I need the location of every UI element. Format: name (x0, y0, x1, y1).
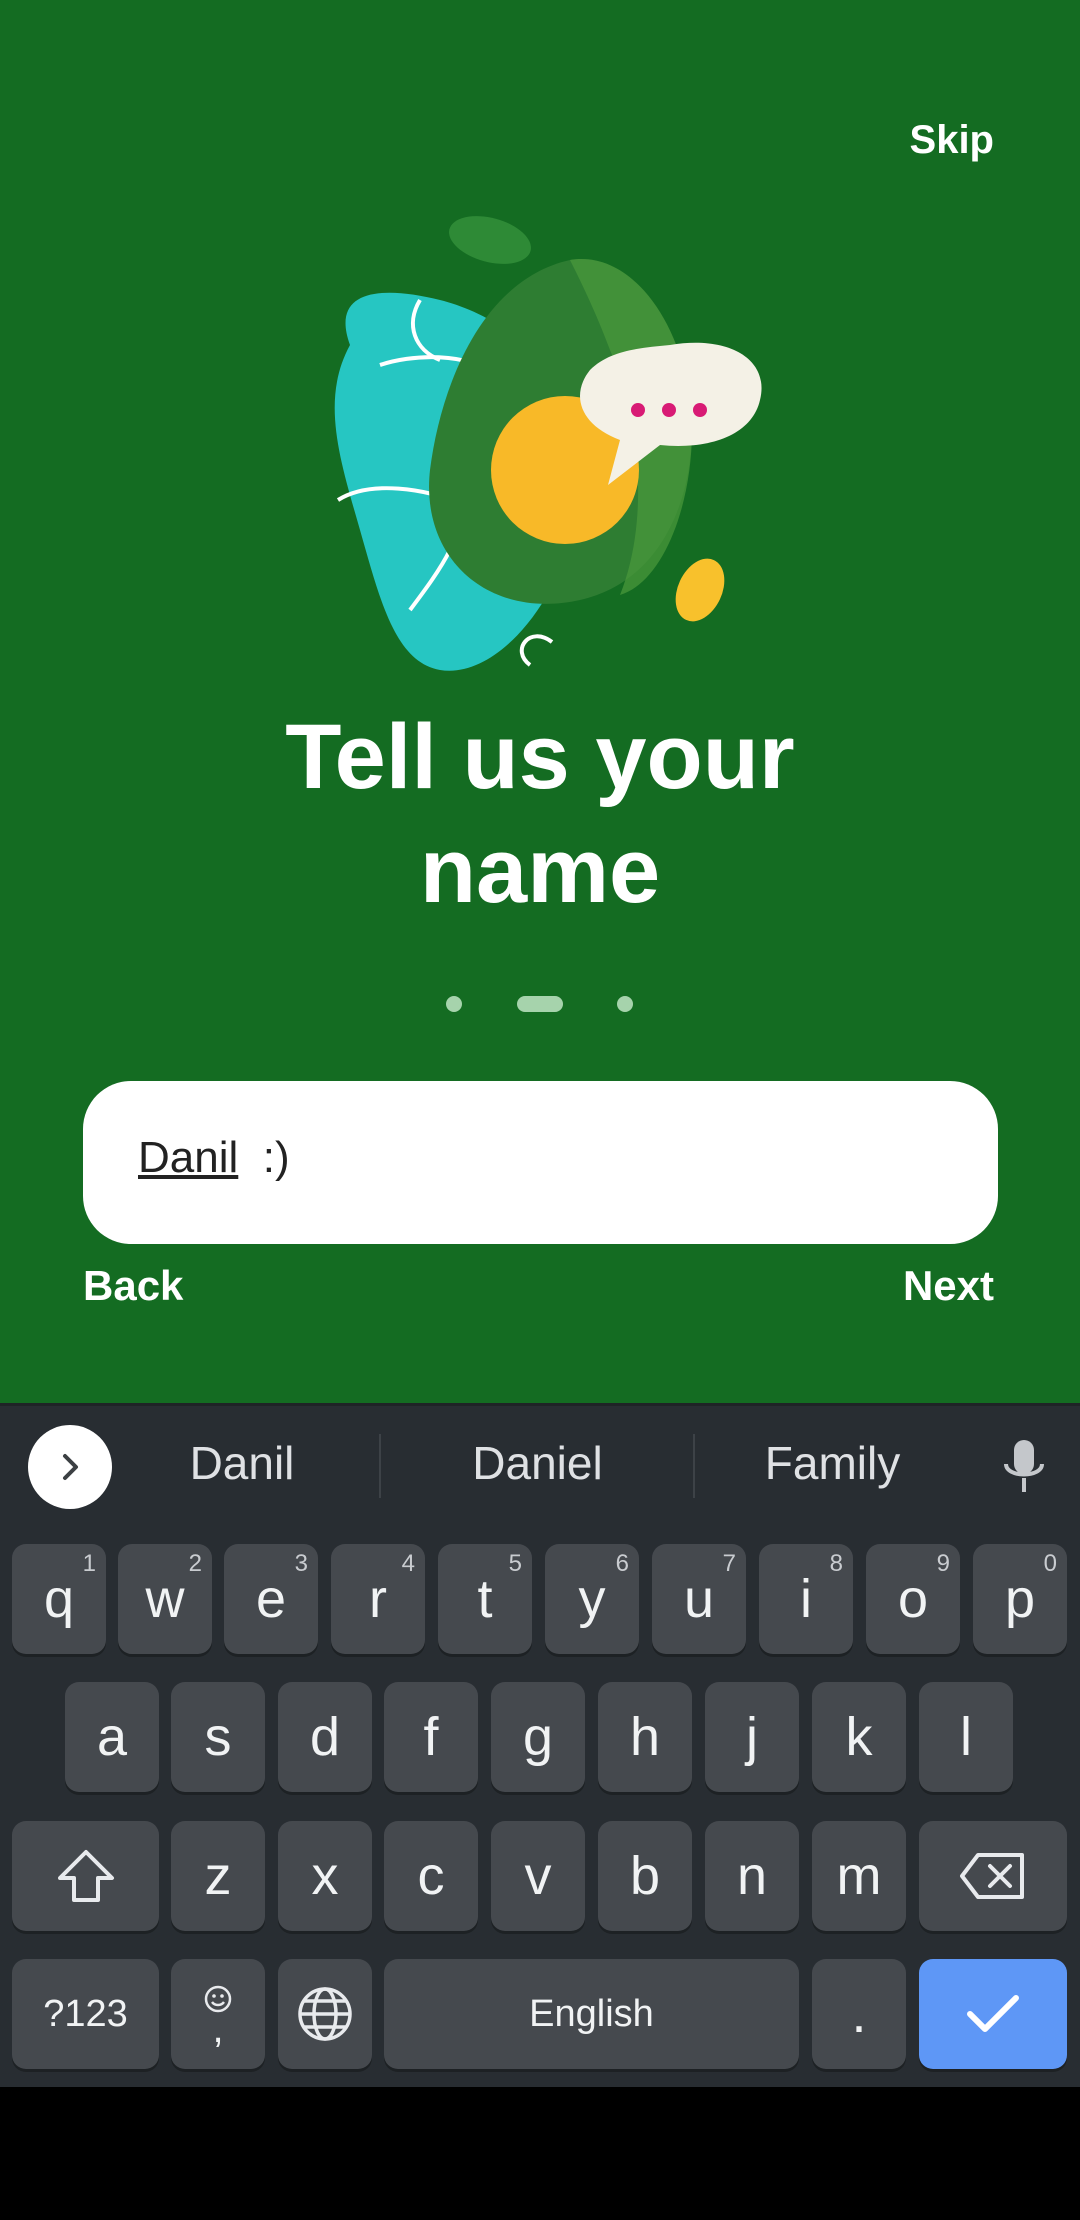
on-screen-keyboard: Danil Daniel Family q1 w2 e3 r4 t5 y6 u7… (0, 1403, 1080, 2087)
page-title: Tell us your name (285, 706, 795, 922)
key-z[interactable]: z (171, 1821, 265, 1931)
key-h[interactable]: h (598, 1682, 692, 1792)
chevron-right-icon[interactable] (28, 1425, 112, 1509)
suggestion-divider (693, 1434, 695, 1498)
key-s[interactable]: s (171, 1682, 265, 1792)
key-u[interactable]: u7 (652, 1544, 746, 1654)
period-key[interactable]: . (812, 1959, 906, 2069)
key-i[interactable]: i8 (759, 1544, 853, 1654)
key-w[interactable]: w2 (118, 1544, 212, 1654)
key-y[interactable]: y6 (545, 1544, 639, 1654)
onboarding-screen: Skip Tell us your name Danil:) Back Nex… (0, 0, 1080, 1403)
globe-icon (298, 1987, 352, 2041)
suggestion-3[interactable]: Family (735, 1436, 930, 1490)
backspace-key[interactable] (919, 1821, 1067, 1931)
page-indicator (0, 994, 1080, 1014)
key-a[interactable]: a (65, 1682, 159, 1792)
page-dot-2-active (517, 996, 563, 1012)
key-x[interactable]: x (278, 1821, 372, 1931)
suggestion-2[interactable]: Daniel (430, 1436, 645, 1490)
enter-key[interactable] (919, 1959, 1067, 2069)
avocado-chat-illustration (290, 200, 790, 690)
key-p[interactable]: p0 (973, 1544, 1067, 1654)
key-o[interactable]: o9 (866, 1544, 960, 1654)
shift-key[interactable] (12, 1821, 159, 1931)
back-button[interactable]: Back (83, 1262, 183, 1310)
next-button[interactable]: Next (903, 1262, 994, 1310)
shift-icon (57, 1850, 114, 1902)
emoji-comma-key[interactable]: , (171, 1959, 265, 2069)
key-r[interactable]: r4 (331, 1544, 425, 1654)
key-c[interactable]: c (384, 1821, 478, 1931)
key-k[interactable]: k (812, 1682, 906, 1792)
suggestion-divider (379, 1434, 381, 1498)
name-input[interactable]: Danil :) (83, 1081, 998, 1244)
name-input-value: Danil :) (138, 1133, 290, 1182)
backspace-icon (960, 1853, 1024, 1899)
key-e[interactable]: e3 (224, 1544, 318, 1654)
key-f[interactable]: f (384, 1682, 478, 1792)
symbols-key[interactable]: ?123 (12, 1959, 159, 2069)
key-b[interactable]: b (598, 1821, 692, 1931)
key-n[interactable]: n (705, 1821, 799, 1931)
key-l[interactable]: l (919, 1682, 1013, 1792)
key-v[interactable]: v (491, 1821, 585, 1931)
checkmark-icon (967, 1995, 1019, 2032)
system-navigation-bar (0, 2087, 1080, 2220)
suggestion-strip: Danil Daniel Family (0, 1406, 1080, 1526)
skip-button[interactable]: Skip (910, 118, 994, 163)
page-dot-1 (446, 996, 462, 1012)
language-key[interactable] (278, 1959, 372, 2069)
key-m[interactable]: m (812, 1821, 906, 1931)
microphone-icon[interactable] (1000, 1438, 1048, 1498)
suggestion-1[interactable]: Danil (152, 1436, 332, 1490)
space-key[interactable]: English (384, 1959, 799, 2069)
key-g[interactable]: g (491, 1682, 585, 1792)
key-t[interactable]: t5 (438, 1544, 532, 1654)
key-d[interactable]: d (278, 1682, 372, 1792)
key-j[interactable]: j (705, 1682, 799, 1792)
key-q[interactable]: q1 (12, 1544, 106, 1654)
page-dot-3 (617, 996, 633, 1012)
